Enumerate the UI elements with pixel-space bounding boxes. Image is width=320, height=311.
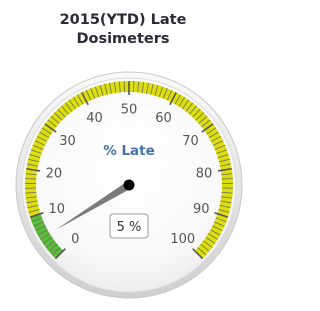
chart-title-line-1: 2015(YTD) Late bbox=[60, 12, 187, 28]
tick-label: 90 bbox=[193, 202, 210, 217]
tick-label: 10 bbox=[48, 202, 65, 217]
gauge-chart: 2015(YTD) Late Dosimeters 0 10 20 30 40 50 60 7… bbox=[0, 0, 246, 311]
tick-label: 100 bbox=[170, 232, 195, 247]
tick-label: 30 bbox=[59, 134, 76, 149]
gauge-pivot bbox=[123, 179, 135, 191]
tick-label: 20 bbox=[46, 167, 63, 182]
tick-label: 50 bbox=[121, 103, 138, 118]
tick-label: 60 bbox=[155, 111, 172, 126]
gauge-svg: 2015(YTD) Late Dosimeters 0 10 20 30 40 50 60 7… bbox=[15, 12, 243, 299]
tick-label: 70 bbox=[182, 134, 199, 149]
value-label: 5 % bbox=[117, 220, 142, 235]
chart-title-line-2: Dosimeters bbox=[76, 31, 169, 47]
gauge-unit-label: % Late bbox=[103, 143, 155, 159]
minor-tick bbox=[123, 81, 126, 93]
tick-label: 40 bbox=[86, 111, 103, 126]
tick-label: 0 bbox=[71, 232, 79, 247]
minor-tick bbox=[132, 81, 135, 93]
tick-label: 80 bbox=[196, 167, 213, 182]
